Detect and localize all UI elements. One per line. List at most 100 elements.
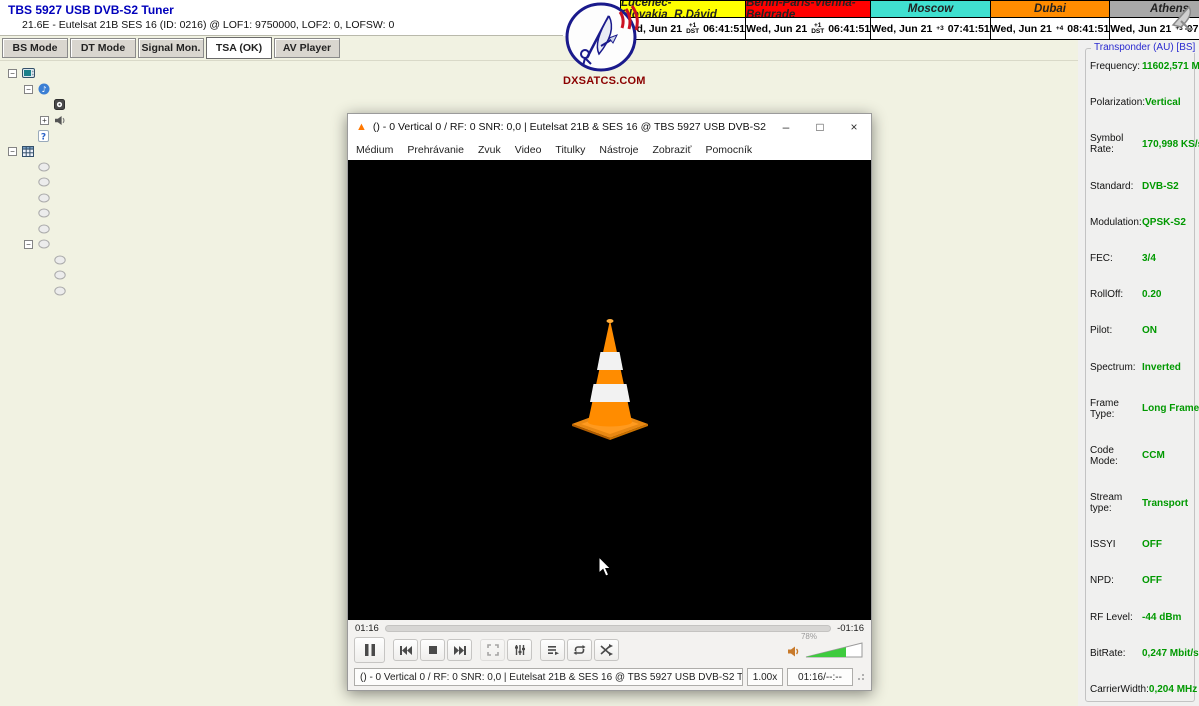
tree-row[interactable] — [4, 283, 344, 299]
clock-date: Wed, Jun 21 — [871, 23, 932, 35]
menu-titulky[interactable]: Titulky — [555, 144, 585, 156]
collapse-icon[interactable]: − — [8, 69, 17, 78]
tree-row[interactable] — [4, 268, 344, 284]
clock-berlin-paris-vienna-belg: Berlin-Paris-Vienna-BelgradeWed, Jun 21+… — [746, 0, 871, 40]
clock-time-value: 06:41:51 — [703, 23, 745, 35]
speaker-icon[interactable] — [787, 645, 800, 658]
clock-dubai: DubaiWed, Jun 21+408:41:51 — [991, 0, 1111, 40]
transponder-label: RollOff: — [1090, 289, 1142, 300]
transponder-row: Code Mode:CCM — [1090, 445, 1192, 467]
transponder-row: Frame Type:Long Frame — [1090, 398, 1192, 420]
timezone-offset-value: +4 — [1056, 26, 1063, 32]
menu-prehr-vanie[interactable]: Prehrávanie — [407, 144, 464, 156]
tree-row[interactable] — [4, 221, 344, 237]
table-icon — [22, 146, 34, 157]
menu-n-stroje[interactable]: Nástroje — [599, 144, 638, 156]
transponder-value: OFF — [1142, 575, 1192, 586]
menu-zobrazi-[interactable]: Zobraziť — [652, 144, 691, 156]
close-button[interactable]: × — [837, 114, 871, 140]
transponder-label: Symbol Rate: — [1090, 133, 1142, 155]
resize-grip[interactable] — [857, 673, 865, 681]
next-button[interactable] — [447, 639, 472, 661]
clock-time-value: 07:41:51 — [948, 23, 990, 35]
shuffle-button[interactable] — [594, 639, 619, 661]
clock-city-label: Berlin-Paris-Vienna-Belgrade — [746, 1, 870, 18]
dot-icon — [54, 286, 66, 296]
dot-icon — [38, 208, 50, 218]
tab-av-player[interactable]: AV Player — [274, 38, 340, 58]
expand-icon[interactable]: + — [40, 116, 49, 125]
time-display[interactable]: 01:16/--:-- — [787, 668, 853, 686]
tree-row[interactable]: − — [4, 66, 344, 82]
transponder-row: RF Level:-44 dBm — [1090, 612, 1192, 623]
extended-settings-button[interactable] — [507, 639, 532, 661]
transponder-value: QPSK-S2 — [1142, 217, 1192, 228]
tv-icon — [22, 68, 35, 79]
clock-datetime: Wed, Jun 21+1DST06:41:51 — [746, 18, 870, 39]
playlist-button[interactable] — [540, 639, 565, 661]
menu-video[interactable]: Video — [515, 144, 542, 156]
transponder-panel: Transponder (AU) [BS] Frequency:11602,57… — [1085, 48, 1195, 702]
clock-datetime: Wed, Jun 21 +3 07:41:51 — [871, 18, 990, 39]
transponder-row: RollOff:0.20 — [1090, 289, 1192, 300]
tree-row[interactable]: − — [4, 144, 344, 160]
menu-m-dium[interactable]: Médium — [356, 144, 393, 156]
divider — [0, 60, 1078, 61]
tab-signal-mon-[interactable]: Signal Mon. — [138, 38, 204, 58]
transponder-value: 0.20 — [1142, 289, 1192, 300]
svg-text:♪: ♪ — [41, 85, 46, 94]
tree-row[interactable] — [4, 206, 344, 222]
clock-timezone-offset: +3 — [936, 26, 943, 32]
tree-row[interactable] — [4, 252, 344, 268]
collapse-icon[interactable]: − — [24, 240, 33, 249]
desktop-satellite-icon[interactable] — [1167, 3, 1197, 35]
transponder-panel-title: Transponder (AU) [BS] — [1091, 42, 1198, 53]
maximize-button[interactable]: □ — [803, 114, 837, 140]
transponder-label: RF Level: — [1090, 612, 1142, 623]
tree-row[interactable]: ? — [4, 128, 344, 144]
transponder-value: ON — [1142, 325, 1192, 336]
tree-row[interactable]: − — [4, 237, 344, 253]
pause-button[interactable] — [354, 637, 385, 663]
seek-bar[interactable] — [385, 625, 831, 632]
transponder-value: 11602,571 MHz — [1142, 61, 1199, 72]
tab-dt-mode[interactable]: DT Mode — [70, 38, 136, 58]
speaker-icon — [54, 115, 66, 126]
fullscreen-button[interactable] — [480, 639, 505, 661]
tab-bs-mode[interactable]: BS Mode — [2, 38, 68, 58]
transponder-label: Stream type: — [1090, 492, 1142, 514]
menu-zvuk[interactable]: Zvuk — [478, 144, 501, 156]
tab-tsa-ok-[interactable]: TSA (OK) — [206, 37, 272, 59]
dot-icon — [38, 239, 50, 249]
collapse-icon[interactable]: − — [8, 147, 17, 156]
tree-row[interactable] — [4, 190, 344, 206]
tree-row[interactable] — [4, 97, 344, 113]
clock-timezone-offset: +1DST — [811, 23, 824, 35]
vlc-video-area[interactable] — [348, 160, 871, 620]
menu-pomocn-k[interactable]: Pomocník — [705, 144, 752, 156]
vlc-menubar: Médium Prehrávanie Zvuk Video Titulky Nástroj… — [348, 140, 871, 160]
transponder-row: Stream type:Transport — [1090, 492, 1192, 514]
transponder-label: Frequency: — [1090, 61, 1142, 72]
volume-slider[interactable] — [805, 642, 863, 658]
tree-row[interactable]: + — [4, 113, 344, 129]
timezone-dst-label: DST — [686, 29, 699, 35]
transponder-row: Modulation:QPSK-S2 — [1090, 217, 1192, 228]
stop-button[interactable] — [420, 639, 445, 661]
collapse-icon[interactable]: − — [24, 85, 33, 94]
tree-row[interactable] — [4, 159, 344, 175]
previous-button[interactable] — [393, 639, 418, 661]
transponder-value: Long Frame — [1142, 403, 1199, 414]
vlc-titlebar[interactable]: ▲ () - 0 Vertical 0 / RF: 0 SNR: 0,0 | E… — [348, 114, 871, 140]
loop-button[interactable] — [567, 639, 592, 661]
transponder-label: Modulation: — [1090, 217, 1142, 228]
minimize-button[interactable]: – — [769, 114, 803, 140]
tree-row[interactable]: −♪ — [4, 82, 344, 98]
vlc-cone-logo — [569, 312, 651, 440]
dot-icon — [38, 162, 50, 172]
tree-row[interactable] — [4, 175, 344, 191]
transponder-row: Polarization:Vertical — [1090, 97, 1192, 108]
playback-speed[interactable]: 1.00x — [747, 668, 783, 686]
transponder-row: Symbol Rate:170,998 KS/s — [1090, 133, 1192, 155]
clock-moscow: MoscowWed, Jun 21+307:41:51 — [871, 0, 991, 40]
